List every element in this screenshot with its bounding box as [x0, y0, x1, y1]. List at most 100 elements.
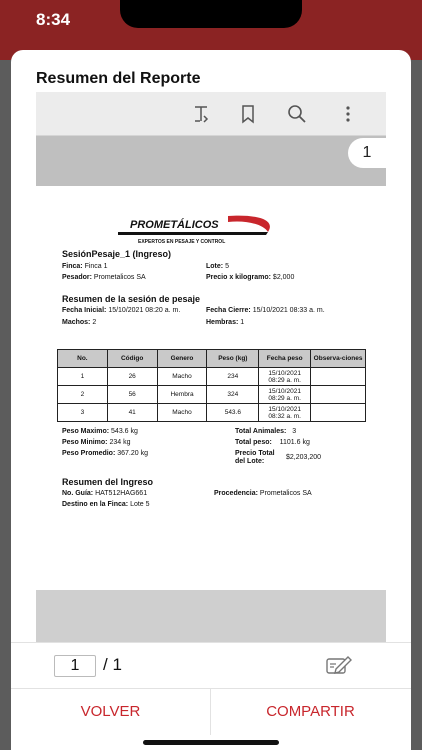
fecha-inicial-row: Fecha Inicial: 15/10/2021 08:20 a. m. — [62, 307, 180, 314]
peso-minimo-label: Peso Minimo: — [62, 439, 108, 446]
total-animales-value: 3 — [292, 428, 297, 435]
pesador-value: Prometalicos SA — [93, 274, 146, 281]
peso-maximo-label: Peso Maximo: — [62, 428, 110, 435]
precio-total-label-2: del Lote: — [235, 458, 265, 465]
peso-promedio-value: 367.20 kg — [117, 450, 148, 457]
precio-row: Precio x kilogramo: $2,000 — [206, 274, 294, 281]
procedencia-value: Prometalicos SA — [259, 490, 312, 497]
logo-tagline: EXPERTOS EN PESAJE Y CONTROL — [138, 239, 225, 245]
table-row: 1 26 Macho 234 15/10/2021 08:29 a. m. — [57, 367, 366, 386]
destino-row: Destino en la Finca: Lote 5 — [62, 501, 150, 508]
cell-fecha: 15/10/2021 08:29 a. m. — [258, 367, 312, 386]
more-vertical-icon[interactable] — [338, 104, 358, 124]
hembras-row: Hembras: 1 — [206, 319, 244, 326]
resumen-ingreso-title: Resumen del Ingreso — [62, 477, 154, 487]
table-header-row: No. Código Genero Peso (kg) Fecha peso O… — [57, 349, 366, 368]
col-header-fecha: Fecha peso — [258, 349, 312, 368]
machos-label: Machos: — [62, 319, 91, 326]
cell-fecha: 15/10/2021 08:29 a. m. — [258, 385, 312, 404]
page-number-badge: 1 — [348, 138, 386, 168]
cell-peso: 324 — [206, 385, 260, 404]
total-peso-value: 1101.6 kg — [279, 439, 310, 446]
peso-minimo-value: 234 kg — [109, 439, 131, 446]
finca-row: Finca: Finca 1 — [62, 263, 108, 270]
cell-no: 1 — [57, 367, 108, 386]
bookmark-icon[interactable] — [238, 104, 258, 124]
destino-value: Lote 5 — [130, 501, 150, 508]
fecha-inicial-value: 15/10/2021 08:20 a. m. — [108, 307, 181, 314]
lote-value: 5 — [225, 263, 229, 270]
fecha-cierre-value: 15/10/2021 08:33 a. m. — [252, 307, 325, 314]
device-notch — [120, 0, 302, 28]
peso-maximo-row: Peso Maximo: 543.6 kg — [62, 428, 138, 435]
resumen-sesion-title: Resumen de la sesión de pesaje — [62, 294, 201, 304]
guia-row: No. Guía: HAT512HAG661 — [62, 490, 147, 497]
total-peso-label: Total peso: — [235, 439, 272, 446]
precio-value: $2,000 — [272, 274, 295, 281]
cell-peso: 234 — [206, 367, 260, 386]
cell-no: 2 — [57, 385, 108, 404]
cell-codigo: 56 — [106, 385, 158, 404]
col-header-observaciones: Observa-ciones — [310, 349, 366, 368]
machos-row: Machos: 2 — [62, 319, 96, 326]
peso-minimo-row: Peso Minimo: 234 kg — [62, 439, 131, 446]
cell-observaciones — [310, 385, 366, 404]
cell-no: 3 — [57, 403, 108, 422]
home-indicator — [143, 740, 279, 745]
page-number-input[interactable] — [54, 655, 96, 677]
peso-promedio-row: Peso Promedio: 367.20 kg — [62, 450, 148, 457]
guia-label: No. Guía: — [62, 490, 94, 497]
pesador-row: Pesador: Prometalicos SA — [62, 274, 146, 281]
session-title: SesiónPesaje_1 (Ingreso) — [62, 249, 172, 259]
precio-total-label-1: Precio Total — [235, 450, 275, 457]
procedencia-row: Procedencia: Prometalicos SA — [214, 490, 312, 497]
text-select-icon[interactable] — [191, 104, 211, 124]
cell-genero: Macho — [156, 367, 208, 386]
cell-codigo: 26 — [106, 367, 158, 386]
search-icon[interactable] — [287, 104, 307, 124]
pdf-page: PROMETÁLICOS EXPERTOS EN PESAJE Y CONTRO… — [36, 186, 386, 590]
finca-label: Finca: — [62, 263, 83, 270]
fecha-cierre-row: Fecha Cierre: 15/10/2021 08:33 a. m. — [206, 307, 325, 314]
cell-peso: 543.6 — [206, 403, 260, 422]
page-navigator: / 1 — [11, 642, 411, 688]
page-title: Resumen del Reporte — [36, 70, 201, 87]
finca-value: Finca 1 — [84, 263, 108, 270]
weights-table: No. Código Genero Peso (kg) Fecha peso O… — [57, 349, 366, 422]
fecha-inicial-label: Fecha Inicial: — [62, 307, 107, 314]
volver-button[interactable]: VOLVER — [11, 689, 210, 735]
col-header-genero: Genero — [156, 349, 208, 368]
destino-label: Destino en la Finca: — [62, 501, 129, 508]
cell-genero: Hembra — [156, 385, 208, 404]
annotate-icon[interactable] — [326, 655, 352, 677]
precio-total-value: $2,203,200 — [286, 454, 322, 461]
logo-text: PROMETÁLICOS — [130, 218, 219, 231]
guia-value: HAT512HAG661 — [95, 490, 148, 497]
pdf-page-gap — [36, 590, 386, 642]
pdf-viewer[interactable]: 1 PROMETÁLICOS EXPERTOS EN PESAJE Y CONT… — [36, 92, 386, 642]
col-header-codigo: Código — [106, 349, 158, 368]
fecha-cierre-label: Fecha Cierre: — [206, 307, 251, 314]
table-row: 3 41 Macho 543.6 15/10/2021 08:32 a. m. — [57, 403, 366, 422]
hembras-label: Hembras: — [206, 319, 239, 326]
total-animales-label: Total Animales: — [235, 428, 287, 435]
precio-total-label: Precio Total del Lote: — [235, 450, 275, 466]
lote-row: Lote: 5 — [206, 263, 229, 270]
peso-maximo-value: 543.6 kg — [111, 428, 138, 435]
prometalicos-logo: PROMETÁLICOS EXPERTOS EN PESAJE Y CONTRO… — [118, 215, 270, 245]
col-header-peso: Peso (kg) — [206, 349, 260, 368]
precio-label: Precio x kilogramo: — [206, 274, 271, 281]
hembras-value: 1 — [240, 319, 245, 326]
col-header-no: No. — [57, 349, 108, 368]
cell-codigo: 41 — [106, 403, 158, 422]
table-row: 2 56 Hembra 324 15/10/2021 08:29 a. m. — [57, 385, 366, 404]
compartir-button[interactable]: COMPARTIR — [211, 689, 410, 735]
pesador-label: Pesador: — [62, 274, 92, 281]
procedencia-label: Procedencia: — [214, 490, 258, 497]
machos-value: 2 — [92, 319, 97, 326]
peso-promedio-label: Peso Promedio: — [62, 450, 116, 457]
total-peso-row: Total peso: 1101.6 kg — [235, 439, 310, 446]
cell-observaciones — [310, 403, 366, 422]
total-animales-row: Total Animales: 3 — [235, 428, 296, 435]
cell-observaciones — [310, 367, 366, 386]
